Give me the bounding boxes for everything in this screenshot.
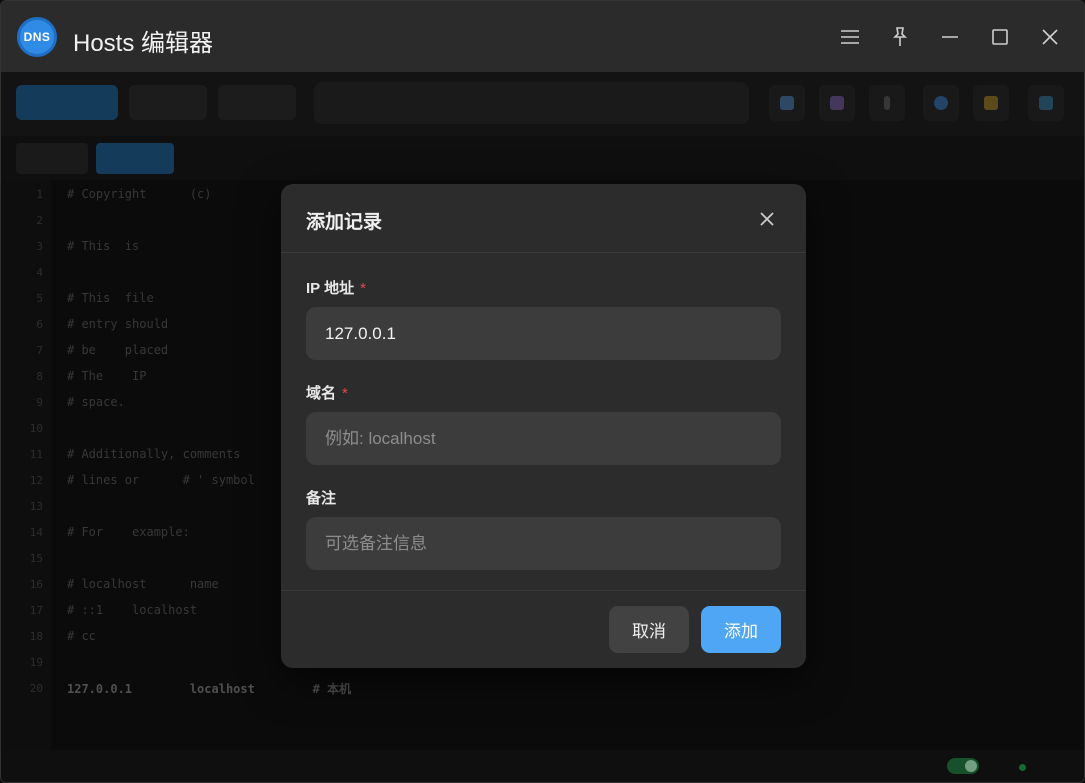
maximize-icon[interactable] [986, 23, 1014, 51]
menu-icon[interactable] [836, 23, 864, 51]
domain-input[interactable] [306, 412, 781, 465]
app-window: DNS Hosts 编辑器 1 # Copyright (c) 2 3 # Th… [0, 0, 1085, 783]
add-record-dialog: 添加记录 IP 地址 * 域名 * 备注 取消 添加 [281, 184, 806, 668]
domain-label-text: 域名 [306, 385, 337, 402]
minimize-icon[interactable] [936, 23, 964, 51]
note-label-text: 备注 [306, 490, 337, 507]
required-mark: * [360, 280, 366, 297]
dialog-header: 添加记录 [281, 184, 806, 253]
dialog-title: 添加记录 [306, 212, 383, 233]
cancel-button[interactable]: 取消 [609, 606, 689, 653]
close-window-icon[interactable] [1036, 23, 1064, 51]
pin-icon[interactable] [886, 23, 914, 51]
ip-address-input[interactable] [306, 307, 781, 360]
logo-text: DNS [23, 30, 51, 44]
close-icon[interactable] [758, 210, 776, 228]
required-mark: * [342, 385, 348, 402]
dns-logo-icon: DNS [17, 17, 57, 57]
ip-label-text: IP 地址 [306, 280, 355, 297]
dialog-footer: 取消 添加 [281, 590, 806, 668]
note-input[interactable] [306, 517, 781, 570]
domain-label: 域名 * [306, 382, 348, 403]
window-title: Hosts 编辑器 [73, 30, 214, 57]
add-button[interactable]: 添加 [701, 606, 781, 653]
title-bar[interactable]: DNS Hosts 编辑器 [1, 1, 1084, 72]
ip-address-label: IP 地址 * [306, 277, 366, 298]
note-label: 备注 [306, 487, 336, 508]
